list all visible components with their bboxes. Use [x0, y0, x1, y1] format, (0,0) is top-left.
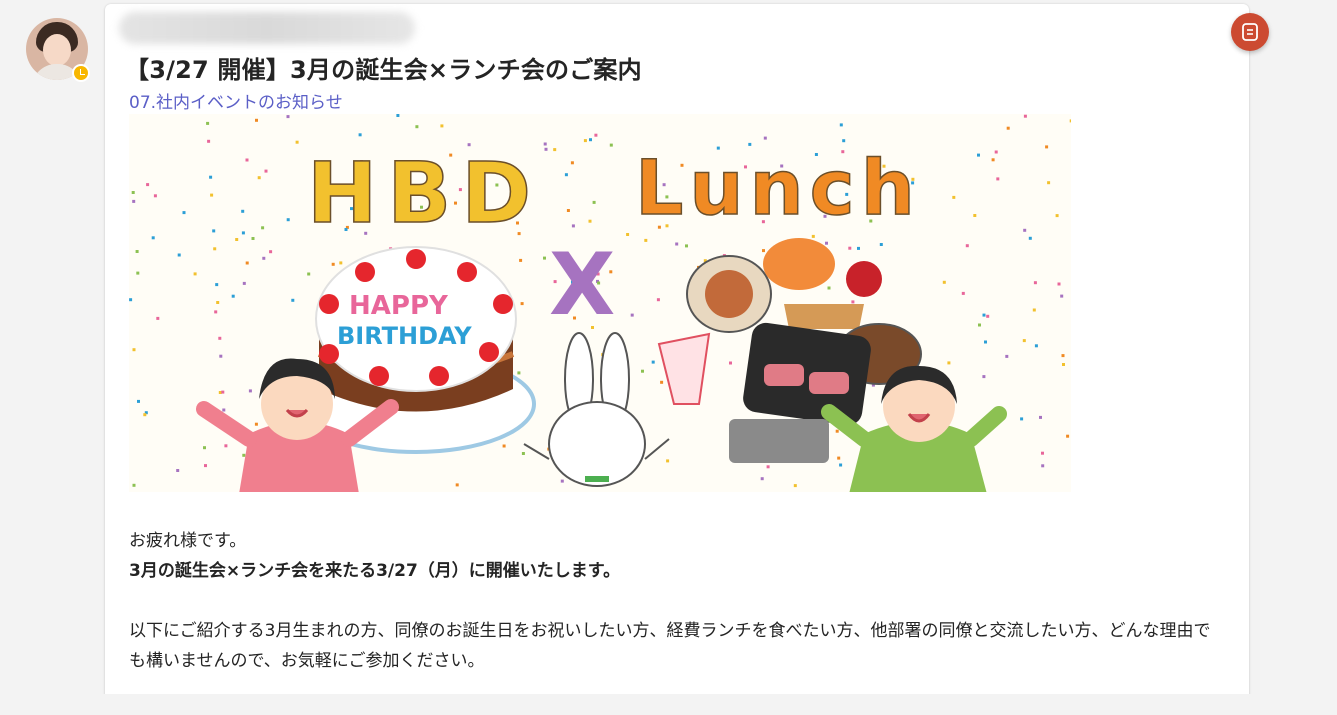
presence-away-icon [72, 64, 90, 82]
body-invitation: 以下にご紹介する3月生まれの方、同僚のお誕生日をお祝いしたい方、経費ランチを食べ… [129, 621, 1211, 671]
event-banner-image: HBD Lunch HAPPY BIRTHDAY X [129, 114, 1071, 492]
post-title: 【3/27 開催】3月の誕生会×ランチ会のご案内 [125, 56, 642, 84]
birthday-cake-illustration: HAPPY BIRTHDAY [296, 246, 536, 454]
author-avatar[interactable] [26, 18, 90, 82]
body-greeting: お疲れ様です。 [129, 531, 247, 551]
post-card: 【3/27 開催】3月の誕生会×ランチ会のご案内 07.社内イベントのお知らせ … [105, 4, 1249, 715]
cake-happy-text: HAPPY [349, 291, 449, 321]
bottom-band [0, 694, 1337, 715]
post-meta-text [121, 18, 401, 38]
notes-icon [1242, 23, 1258, 41]
body-announcement: 3月の誕生会×ランチ会を来たる3/27（月）に開催いたします。 [129, 561, 621, 581]
post-body: お疲れ様です。 3月の誕生会×ランチ会を来たる3/27（月）に開催いたします。 … [129, 526, 1229, 676]
banner-hbd-text: HBD [307, 144, 541, 242]
banner-cross-text: X [549, 235, 615, 335]
banner-lunch-text: Lunch [635, 143, 921, 232]
cake-birthday-text: BIRTHDAY [337, 322, 472, 350]
channel-link[interactable]: 07.社内イベントのお知らせ [129, 88, 343, 113]
notes-button[interactable] [1231, 13, 1269, 51]
